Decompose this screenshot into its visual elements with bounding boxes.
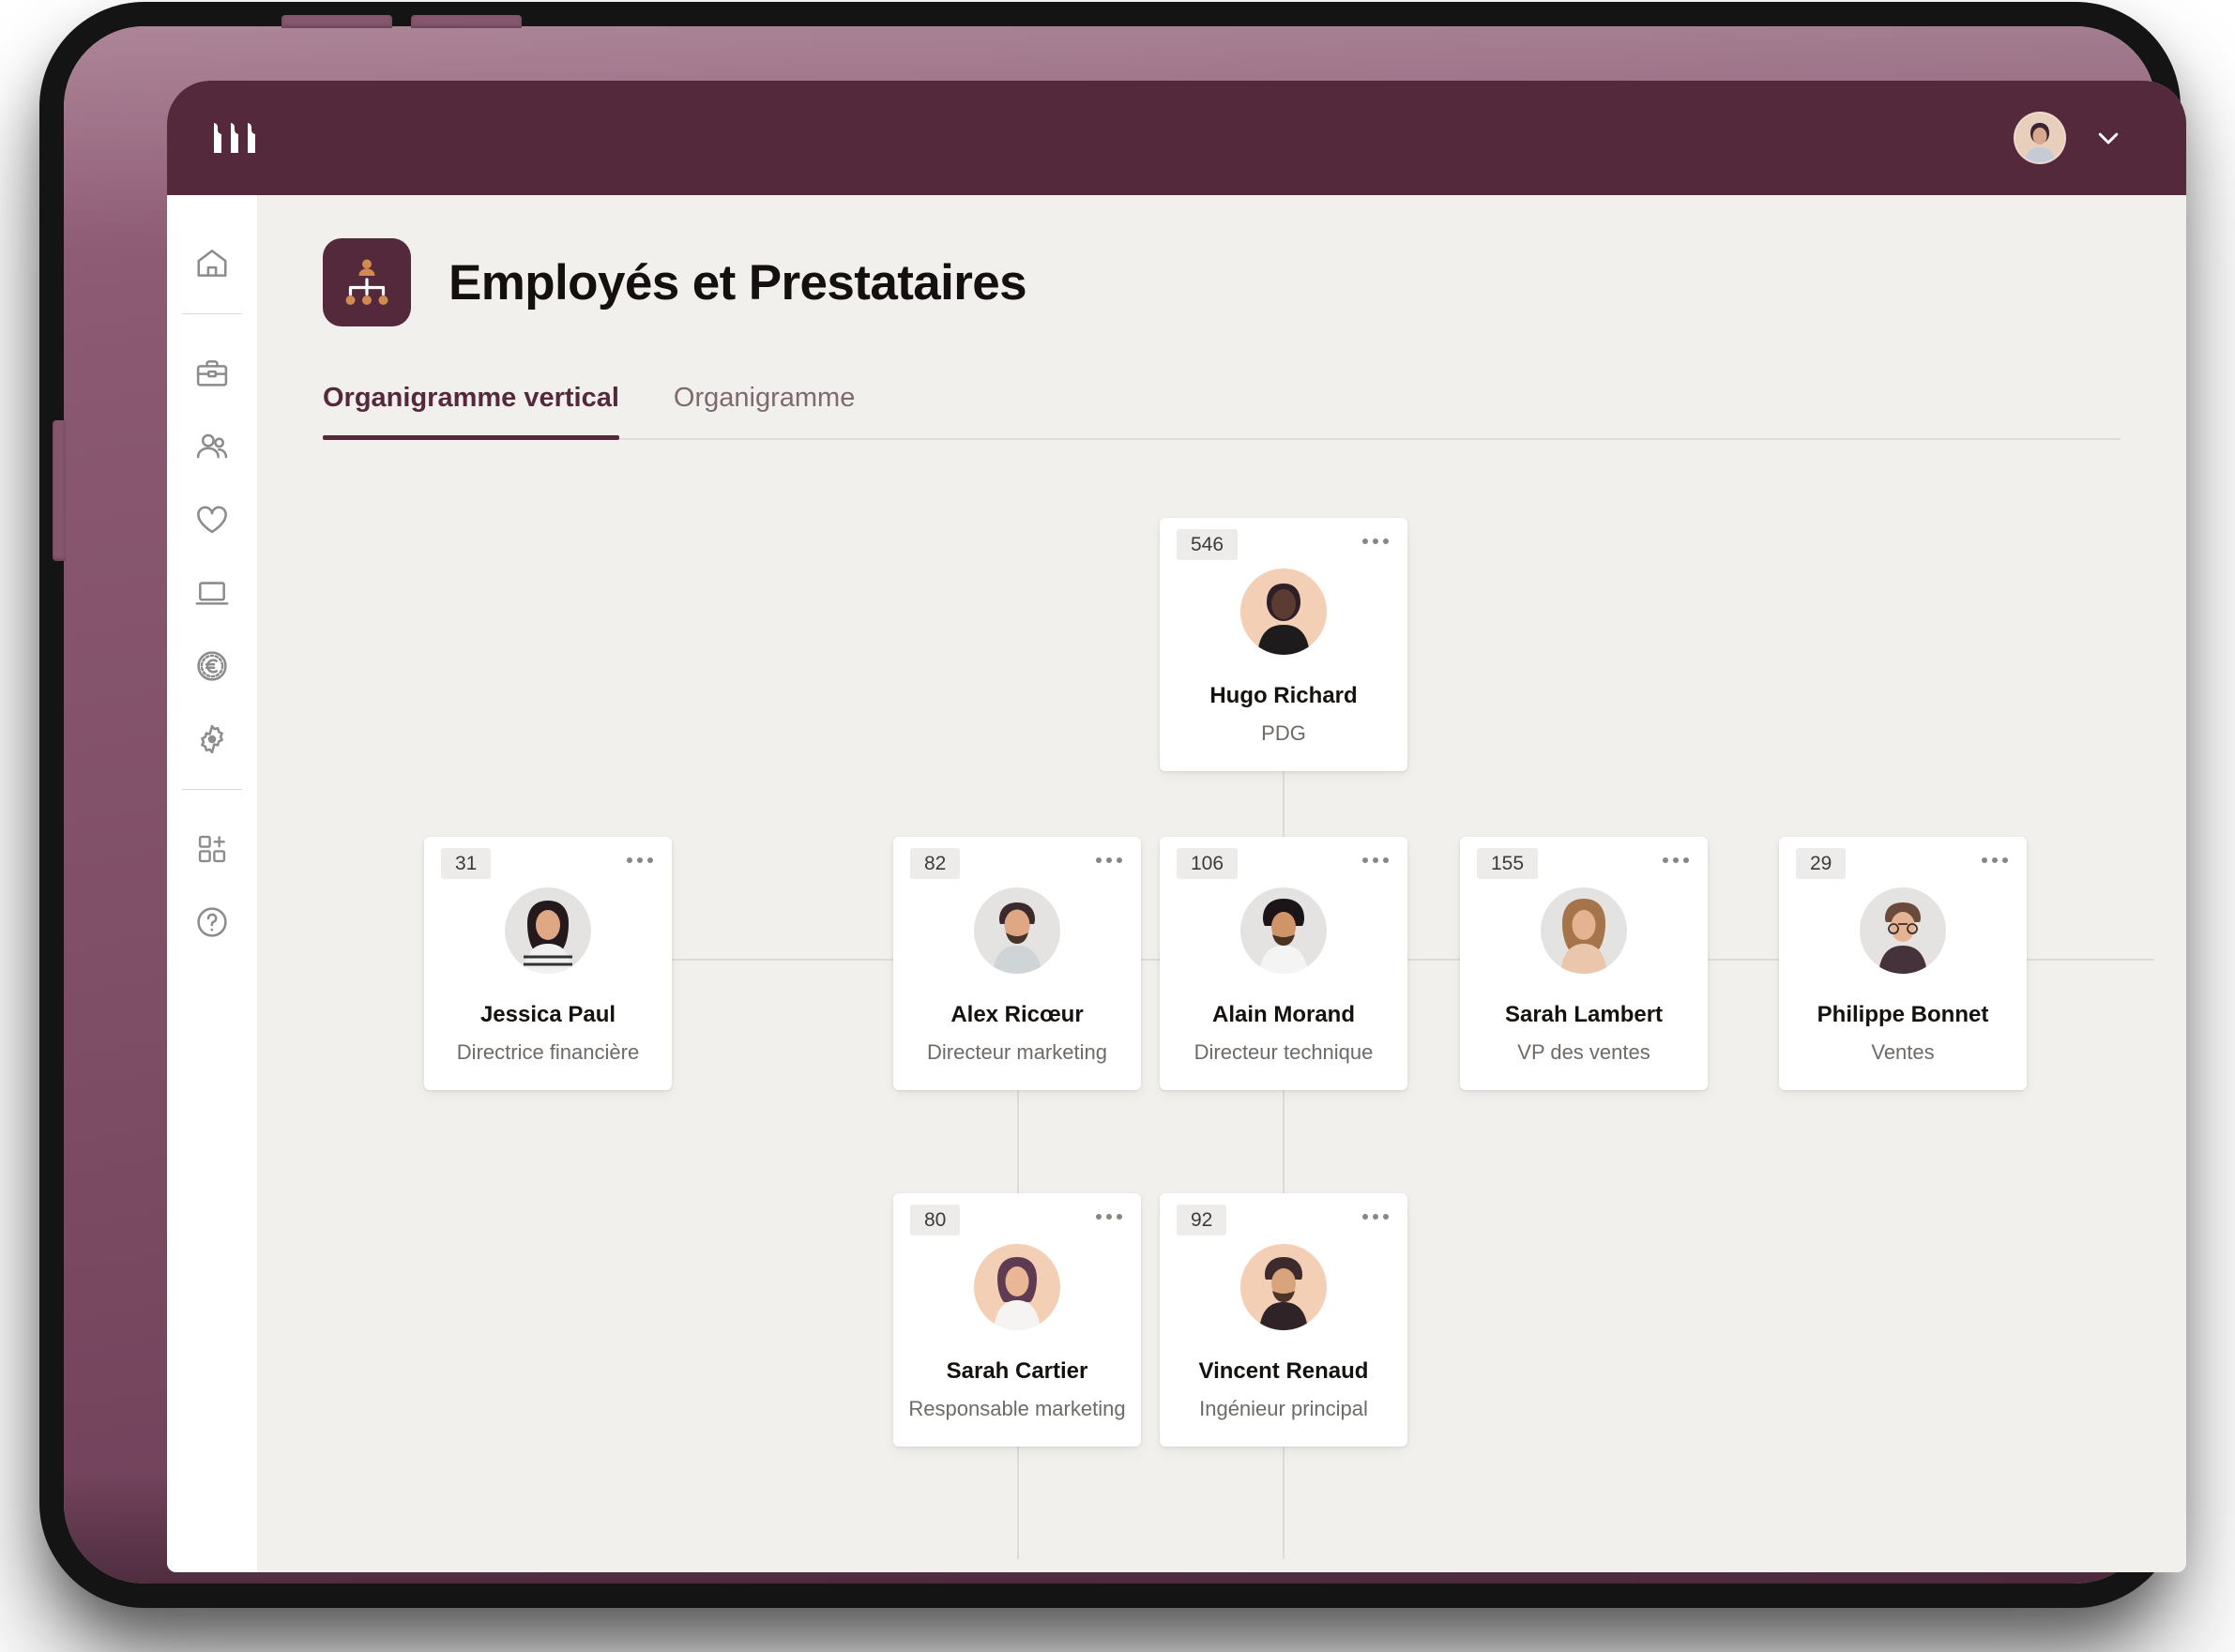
- org-node-vincent[interactable]: 92 Vincent Renaud Ingénieur principal: [1160, 1193, 1407, 1447]
- employee-name: Philippe Bonnet: [1817, 1002, 1989, 1027]
- node-header: 546: [1160, 518, 1407, 567]
- node-header: 82: [893, 837, 1141, 886]
- avatar: [1240, 568, 1327, 655]
- sidebar-nav: [167, 195, 257, 1572]
- gear-icon: [194, 721, 230, 757]
- node-header: 80: [893, 1193, 1141, 1242]
- sidebar-item-help[interactable]: [178, 886, 246, 959]
- kebab-menu-icon[interactable]: [1096, 857, 1122, 863]
- employee-name: Jessica Paul: [479, 1002, 616, 1027]
- sidebar-item-payroll[interactable]: [178, 629, 246, 703]
- employee-name: Alex Ricœur: [950, 1002, 1084, 1027]
- employee-name: Sarah Cartier: [946, 1358, 1088, 1384]
- sidebar-item-settings[interactable]: [178, 703, 246, 776]
- node-header: 92: [1160, 1193, 1407, 1242]
- three-wave-bars-logo-icon[interactable]: [210, 119, 263, 157]
- avatar: [974, 887, 1060, 974]
- kebab-menu-icon[interactable]: [1663, 857, 1689, 863]
- avatar: [1240, 887, 1327, 974]
- avatar: [974, 1244, 1060, 1330]
- sidebar-divider-top: [182, 313, 242, 314]
- org-chart-icon: [323, 238, 411, 326]
- org-node-sarah-lambert[interactable]: 155 Sarah Lambert VP des ventes: [1460, 837, 1708, 1090]
- node-header: 29: [1779, 837, 2027, 886]
- kebab-menu-icon[interactable]: [1096, 1214, 1122, 1220]
- avatar: [505, 887, 591, 974]
- sidebar-item-apps[interactable]: [178, 812, 246, 886]
- kebab-menu-icon[interactable]: [1362, 1214, 1389, 1220]
- add-apps-icon: [195, 832, 229, 866]
- tablet-device-frame: Employés et Prestataires Organigramme ve…: [53, 15, 2186, 1584]
- employee-count-badge: 80: [910, 1205, 961, 1236]
- employee-role: Directeur marketing: [927, 1040, 1107, 1064]
- employee-role: VP des ventes: [1517, 1040, 1650, 1064]
- people-icon: [194, 429, 230, 464]
- help-circle-icon: [194, 904, 230, 940]
- avatar: [1860, 887, 1946, 974]
- chevron-down-icon[interactable]: [2094, 124, 2122, 152]
- kebab-menu-icon[interactable]: [1362, 857, 1389, 863]
- page-header: Employés et Prestataires: [257, 195, 2186, 326]
- employee-name: Vincent Renaud: [1198, 1358, 1369, 1384]
- employee-role: Directrice financière: [456, 1040, 640, 1064]
- tab-organigramme-vertical[interactable]: Organigramme vertical: [323, 383, 619, 440]
- tab-bar: Organigramme vertical Organigramme: [323, 383, 2121, 440]
- employee-count-badge: 92: [1177, 1205, 1227, 1236]
- employee-role: PDG: [1261, 721, 1306, 745]
- page-title: Employés et Prestataires: [449, 254, 1027, 311]
- heart-icon: [194, 502, 230, 538]
- employee-count-badge: 29: [1796, 848, 1847, 880]
- org-node-hugo[interactable]: 546 Hugo Richard PDG: [1160, 518, 1407, 771]
- sidebar-item-heart[interactable]: [178, 483, 246, 556]
- kebab-menu-icon[interactable]: [1362, 538, 1389, 544]
- employee-name: Hugo Richard: [1209, 683, 1358, 708]
- volume-up-button[interactable]: [281, 15, 392, 28]
- main-content: Employés et Prestataires Organigramme ve…: [257, 195, 2186, 1572]
- tab-label: Organigramme vertical: [323, 383, 619, 413]
- employee-role: Ingénieur principal: [1199, 1397, 1368, 1420]
- employee-name: Sarah Lambert: [1504, 1002, 1664, 1027]
- node-header: 31: [424, 837, 672, 886]
- topbar-actions: [2014, 112, 2122, 164]
- app-topbar: [167, 81, 2186, 195]
- tab-organigramme[interactable]: Organigramme: [674, 383, 855, 438]
- org-node-sarah-cartier[interactable]: 80 Sarah Cartier Responsable marketing: [893, 1193, 1141, 1447]
- volume-down-button[interactable]: [411, 15, 522, 28]
- kebab-menu-icon[interactable]: [627, 857, 653, 863]
- connector-vincent-down: [1283, 1447, 1285, 1559]
- org-chart[interactable]: 546 Hugo Richard PDG 31 Jessica Paul Dir…: [257, 518, 2186, 1572]
- sidebar-item-people[interactable]: [178, 410, 246, 483]
- avatar: [1541, 887, 1627, 974]
- employee-count-badge: 155: [1477, 848, 1539, 880]
- sidebar-divider-bottom: [182, 789, 242, 790]
- employee-count-badge: 546: [1177, 529, 1239, 561]
- briefcase-icon: [194, 356, 230, 391]
- employee-role: Directeur technique: [1194, 1040, 1374, 1064]
- laptop-icon: [194, 575, 230, 611]
- employee-role: Responsable marketing: [908, 1397, 1126, 1420]
- employee-count-badge: 31: [441, 848, 492, 880]
- kebab-menu-icon[interactable]: [1982, 857, 2008, 863]
- tablet-screen: Employés et Prestataires Organigramme ve…: [167, 81, 2186, 1572]
- tab-label: Organigramme: [673, 383, 856, 413]
- sidebar-item-home[interactable]: [178, 227, 246, 300]
- sidebar-item-briefcase[interactable]: [178, 337, 246, 410]
- node-header: 155: [1460, 837, 1708, 886]
- employee-name: Alain Morand: [1211, 1002, 1355, 1027]
- sidebar-item-laptop[interactable]: [178, 556, 246, 629]
- home-icon: [194, 246, 230, 281]
- employee-count-badge: 82: [910, 848, 961, 880]
- avatar[interactable]: [2014, 112, 2066, 164]
- avatar: [1240, 1244, 1327, 1330]
- org-node-jessica[interactable]: 31 Jessica Paul Directrice financière: [424, 837, 672, 1090]
- connector-sarahc-down: [1017, 1447, 1019, 1559]
- node-header: 106: [1160, 837, 1407, 886]
- org-node-alex[interactable]: 82 Alex Ricœur Directeur marketing: [893, 837, 1141, 1090]
- power-button[interactable]: [53, 420, 66, 561]
- employee-role: Ventes: [1871, 1040, 1935, 1064]
- org-node-alain[interactable]: 106 Alain Morand Directeur technique: [1160, 837, 1407, 1090]
- euro-coin-icon: [194, 648, 230, 684]
- employee-count-badge: 106: [1177, 848, 1239, 880]
- org-node-philippe[interactable]: 29 Philippe Bonnet Ventes: [1779, 837, 2027, 1090]
